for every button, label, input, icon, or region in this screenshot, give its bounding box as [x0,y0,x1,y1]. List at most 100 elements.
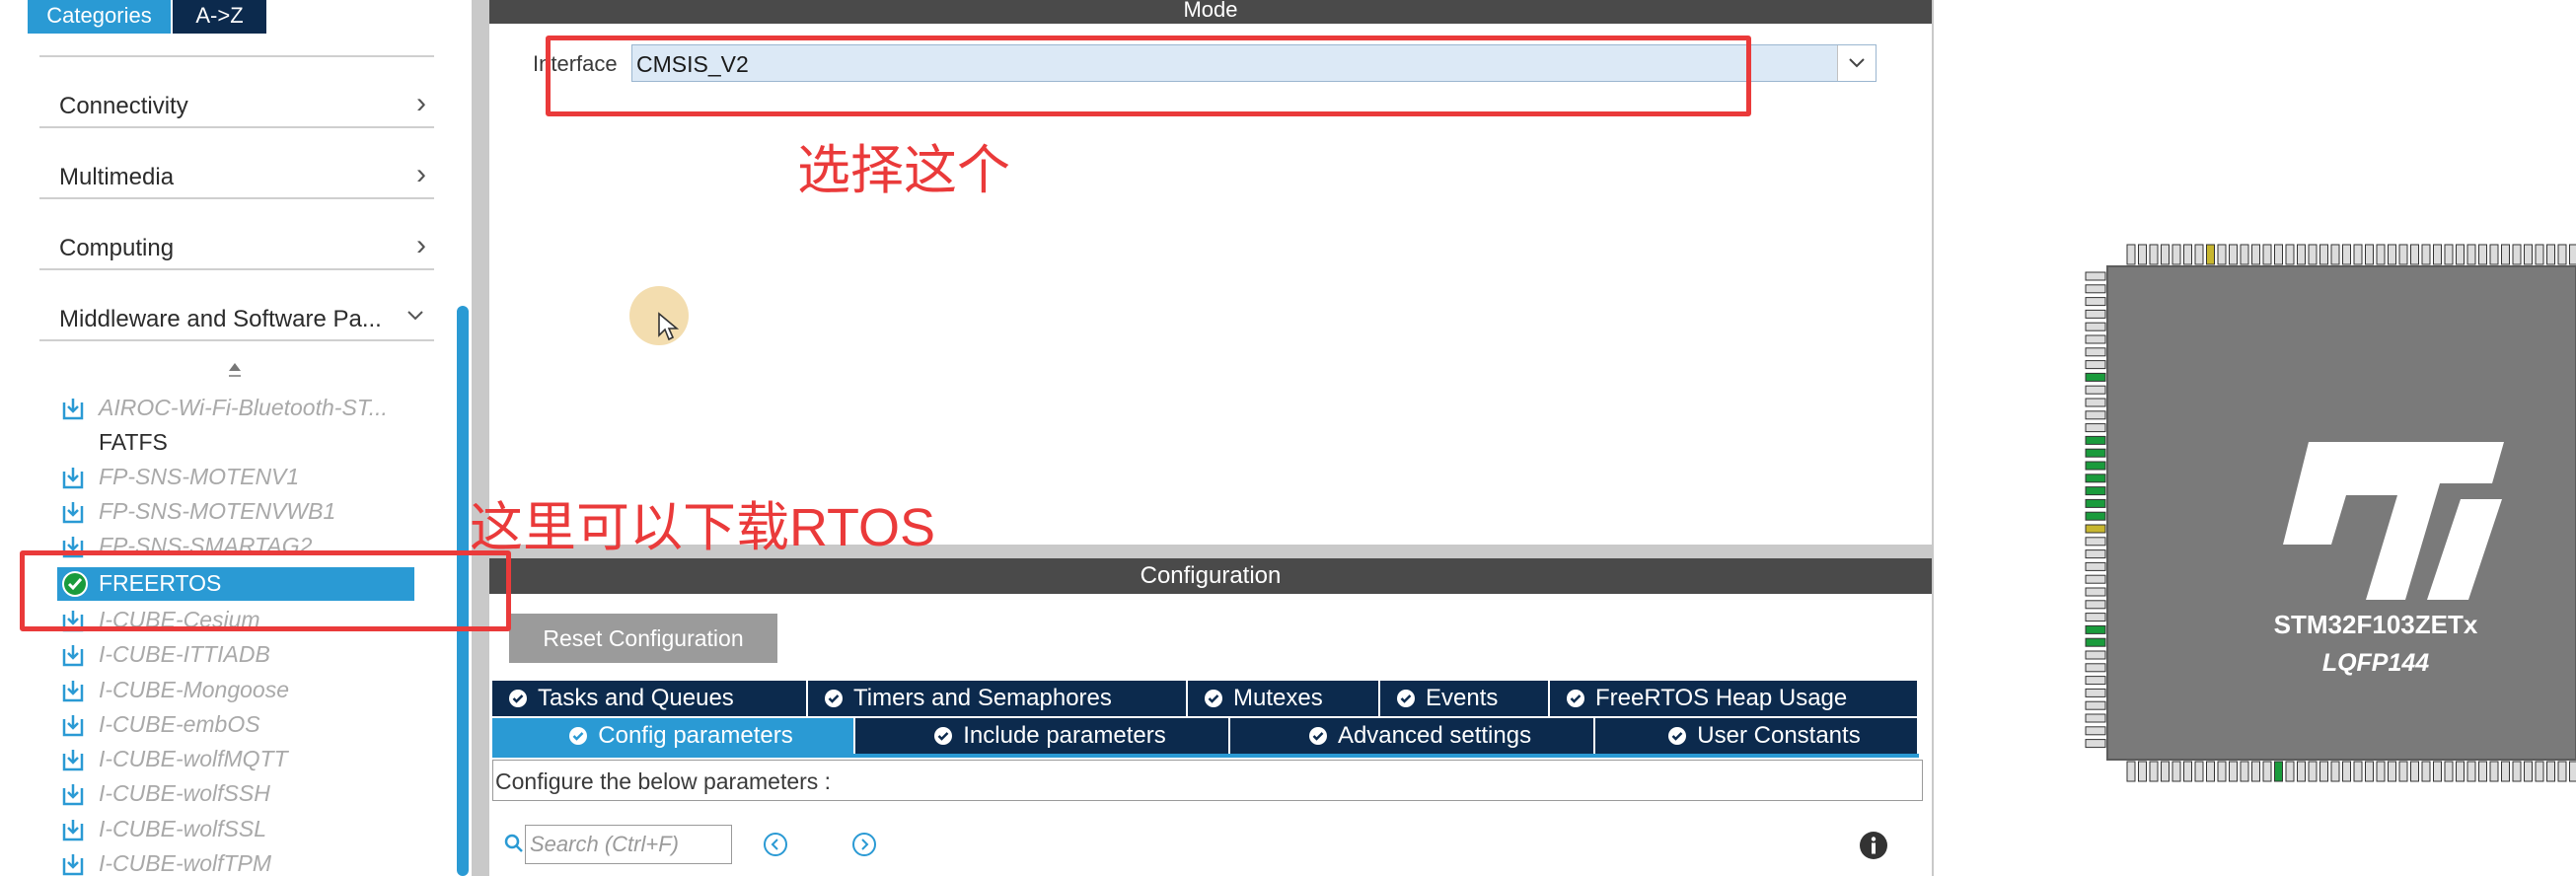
chip-pin[interactable] [2171,761,2181,782]
chip-pin[interactable] [2524,244,2533,265]
chip-pin[interactable] [2489,761,2499,782]
chip-pin[interactable] [2421,761,2431,782]
chip-pin[interactable] [2240,761,2249,782]
chip-pin[interactable] [2501,761,2510,782]
chip-pin[interactable] [2376,761,2386,782]
chip-pin[interactable] [2319,244,2328,265]
chip-pin[interactable] [2444,244,2454,265]
chip-pin[interactable] [2240,244,2249,265]
chip-pin[interactable] [2085,676,2106,686]
package-item[interactable]: I-CUBE-wolfSSH [59,777,414,813]
chip-pin[interactable] [2398,761,2408,782]
scroll-up-icon[interactable] [226,361,244,383]
package-item[interactable]: FP-SNS-MOTENVWB1 [59,495,414,531]
chip-pin[interactable] [2342,761,2351,782]
chip-pin[interactable] [2085,600,2106,610]
tab-config-parameters[interactable]: Config parameters [492,718,855,754]
chip-pin[interactable] [2085,713,2106,723]
chip-pin[interactable] [2365,761,2374,782]
package-item[interactable]: I-CUBE-embOS [59,708,414,744]
chip-pin[interactable] [2206,244,2215,265]
chip-pin[interactable] [2161,761,2170,782]
chip-pin[interactable] [2085,284,2106,294]
chip-pin[interactable] [2388,244,2396,265]
chip-pin[interactable] [2085,587,2106,597]
chip-pin[interactable] [2421,244,2431,265]
package-item[interactable]: I-CUBE-ITTIADB [59,638,414,674]
chip-pin[interactable] [2149,244,2159,265]
chip-pin[interactable] [2085,524,2106,534]
chip-pin[interactable] [2085,537,2106,547]
chip-pin[interactable] [2319,761,2328,782]
chip-pin[interactable] [2085,297,2106,307]
chip-pin[interactable] [2353,244,2363,265]
chip-pin[interactable] [2217,244,2227,265]
chip-pin[interactable] [2410,761,2419,782]
chip-pin[interactable] [2206,761,2215,782]
tab-a-to-z[interactable]: A->Z [173,0,266,34]
chip-pin[interactable] [2546,244,2555,265]
chip-pin[interactable] [2489,244,2499,265]
chip-pin[interactable] [2410,244,2419,265]
tab-categories[interactable]: Categories [28,0,171,34]
tab-events[interactable]: Events [1380,681,1550,716]
chip-pin[interactable] [2138,244,2147,265]
chip-pin[interactable] [2085,486,2106,496]
chip-pin[interactable] [2085,372,2106,382]
chip-pin[interactable] [2217,761,2227,782]
chip-pin[interactable] [2085,549,2106,559]
info-icon[interactable] [1859,831,1888,860]
chip-pin[interactable] [2085,347,2106,357]
chip-pin[interactable] [2466,244,2476,265]
chip-pin[interactable] [2251,761,2260,782]
chip-pin[interactable] [2229,244,2238,265]
chip-pin[interactable] [2557,244,2567,265]
tab-advanced-settings[interactable]: Advanced settings [1230,718,1595,754]
chip-pin[interactable] [2085,726,2106,736]
chip-pin[interactable] [2398,244,2408,265]
chip-pin[interactable] [2478,761,2487,782]
package-item[interactable]: FATFS [59,426,414,462]
chip-pin[interactable] [2569,244,2576,265]
chip-pin[interactable] [2535,761,2544,782]
chip-pin[interactable] [2433,244,2442,265]
chip-pin[interactable] [2285,761,2295,782]
chip-pin[interactable] [2501,244,2510,265]
chip-pin[interactable] [2085,271,2106,281]
chip-pin[interactable] [2183,761,2192,782]
chip-pin[interactable] [2085,398,2106,407]
next-result-icon[interactable] [850,831,878,858]
chip-pin[interactable] [2297,761,2306,782]
package-item[interactable]: I-CUBE-wolfSSL [59,813,414,848]
chip-pin[interactable] [2478,244,2487,265]
chip-pin[interactable] [2365,244,2374,265]
chip-pin[interactable] [2524,761,2533,782]
chip-pin[interactable] [2330,761,2340,782]
chip-pin[interactable] [2285,244,2295,265]
tab-mutexes[interactable]: Mutexes [1188,681,1380,716]
chip-pin[interactable] [2085,461,2106,471]
mcu-chip[interactable]: STM32F103ZETx LQFP144 [2050,237,2576,799]
chip-pin[interactable] [2171,244,2181,265]
chip-pin[interactable] [2330,244,2340,265]
package-item[interactable]: I-CUBE-Mongoose [59,674,414,709]
chip-pin[interactable] [2149,761,2159,782]
chip-pin[interactable] [2342,244,2351,265]
chip-pin[interactable] [2085,474,2106,483]
chip-pin[interactable] [2126,244,2136,265]
chip-pin[interactable] [2433,761,2442,782]
chip-pin[interactable] [2085,448,2106,458]
chip-pin[interactable] [2126,761,2136,782]
chip-pin[interactable] [2512,761,2522,782]
tab-freertos-heap-usage[interactable]: FreeRTOS Heap Usage [1550,681,1919,716]
chip-pin[interactable] [2085,498,2106,508]
tab-user-constants[interactable]: User Constants [1595,718,1919,754]
tab-timers-and-semaphores[interactable]: Timers and Semaphores [808,681,1188,716]
previous-result-icon[interactable] [762,831,789,858]
chip-pin[interactable] [2138,761,2147,782]
chip-pin[interactable] [2085,410,2106,420]
chip-pin[interactable] [2262,761,2272,782]
chip-pin[interactable] [2194,244,2204,265]
chip-pin[interactable] [2085,739,2106,749]
package-item[interactable]: FP-SNS-MOTENV1 [59,461,414,496]
